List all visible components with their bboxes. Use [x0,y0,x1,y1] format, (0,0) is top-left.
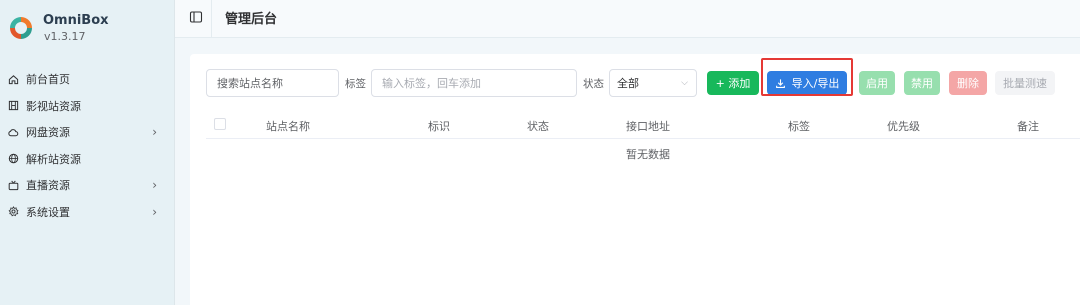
top-header: 管理后台 [175,0,1080,38]
column-header: 站点名称 [266,120,310,133]
disable-button[interactable]: 禁用 [904,71,940,95]
select-all-checkbox[interactable] [214,118,226,130]
table-header: 站点名称 标识 状态 接口地址 标签 优先级 备注 [206,109,1080,139]
column-header: 备注 [1017,120,1039,133]
chevron-right-icon: › [152,125,157,140]
empty-state: 暂无数据 [626,148,670,161]
chevron-right-icon: › [152,204,157,219]
batch-speedtest-label: 批量测速 [1003,77,1047,90]
status-select[interactable]: 全部 ⌵ [609,69,697,97]
sidebar-item-live[interactable]: 直播资源 › [0,172,175,199]
sidebar-item-parse-sites[interactable]: 解析站资源 [0,146,175,173]
header-divider [211,0,212,38]
tags-input[interactable]: 输入标签，回车添加 [371,69,577,97]
sidebar-menu: 前台首页 影视站资源 网盘资源 › 解析站资源 直播资源 › 系统设置 › [0,66,175,225]
sidebar-item-label: 直播资源 [26,179,70,193]
search-input[interactable]: 搜索站点名称 [206,69,339,97]
add-button[interactable]: + 添加 [707,71,759,95]
tv-icon [6,178,20,192]
batch-speedtest-button[interactable]: 批量测速 [995,71,1055,95]
column-header: 优先级 [887,120,920,133]
sidebar-item-label: 系统设置 [26,205,70,219]
column-header: 状态 [527,120,549,133]
import-export-button[interactable]: 导入/导出 [767,71,847,95]
cloud-icon [6,125,20,139]
brand-version: v1.3.17 [44,29,86,43]
chevron-down-icon: ⌵ [681,78,688,88]
column-header: 标签 [788,120,810,133]
brand-name: OmniBox [43,12,109,28]
gear-icon [6,205,20,219]
sidebar-item-label: 网盘资源 [26,126,70,140]
enable-label: 启用 [866,77,888,90]
disable-label: 禁用 [911,77,933,90]
tags-placeholder: 输入标签，回车添加 [382,77,481,90]
sidebar-item-label: 解析站资源 [26,152,81,166]
delete-label: 删除 [957,77,979,90]
omnibox-logo-icon [10,17,32,39]
sites-table: 站点名称 标识 状态 接口地址 标签 优先级 备注 暂无数据 [206,109,1080,162]
import-export-label: 导入/导出 [791,77,840,90]
page-title: 管理后台 [225,12,278,27]
column-header: 标识 [428,120,450,133]
filter-toolbar: 搜索站点名称 标签 输入标签，回车添加 状态 全部 ⌵ + 添加 导入/导出 启… [206,69,1055,97]
download-icon [775,78,785,88]
status-label: 状态 [583,77,604,90]
add-button-label: + 添加 [715,77,751,90]
column-header: 接口地址 [626,120,670,133]
globe-icon [6,152,20,166]
home-icon [6,72,20,86]
main-card: 搜索站点名称 标签 输入标签，回车添加 状态 全部 ⌵ + 添加 导入/导出 启… [190,54,1080,305]
sidebar-item-label: 影视站资源 [26,99,81,113]
sidebar-toggle-icon[interactable] [189,9,203,23]
sidebar-item-video-sites[interactable]: 影视站资源 [0,93,175,120]
sidebar-item-settings[interactable]: 系统设置 › [0,199,175,226]
sidebar: OmniBox v1.3.17 前台首页 影视站资源 网盘资源 › 解析站资源 … [0,0,175,305]
chevron-right-icon: › [152,178,157,193]
sidebar-item-home[interactable]: 前台首页 [0,66,175,93]
sidebar-item-label: 前台首页 [26,73,70,87]
tags-label: 标签 [345,77,366,90]
enable-button[interactable]: 启用 [859,71,895,95]
sidebar-item-cloud-drive[interactable]: 网盘资源 › [0,119,175,146]
brand[interactable]: OmniBox v1.3.17 [8,8,109,48]
film-icon [6,99,20,113]
status-select-value: 全部 [617,77,639,90]
search-placeholder: 搜索站点名称 [217,77,283,90]
delete-button[interactable]: 删除 [949,71,987,95]
